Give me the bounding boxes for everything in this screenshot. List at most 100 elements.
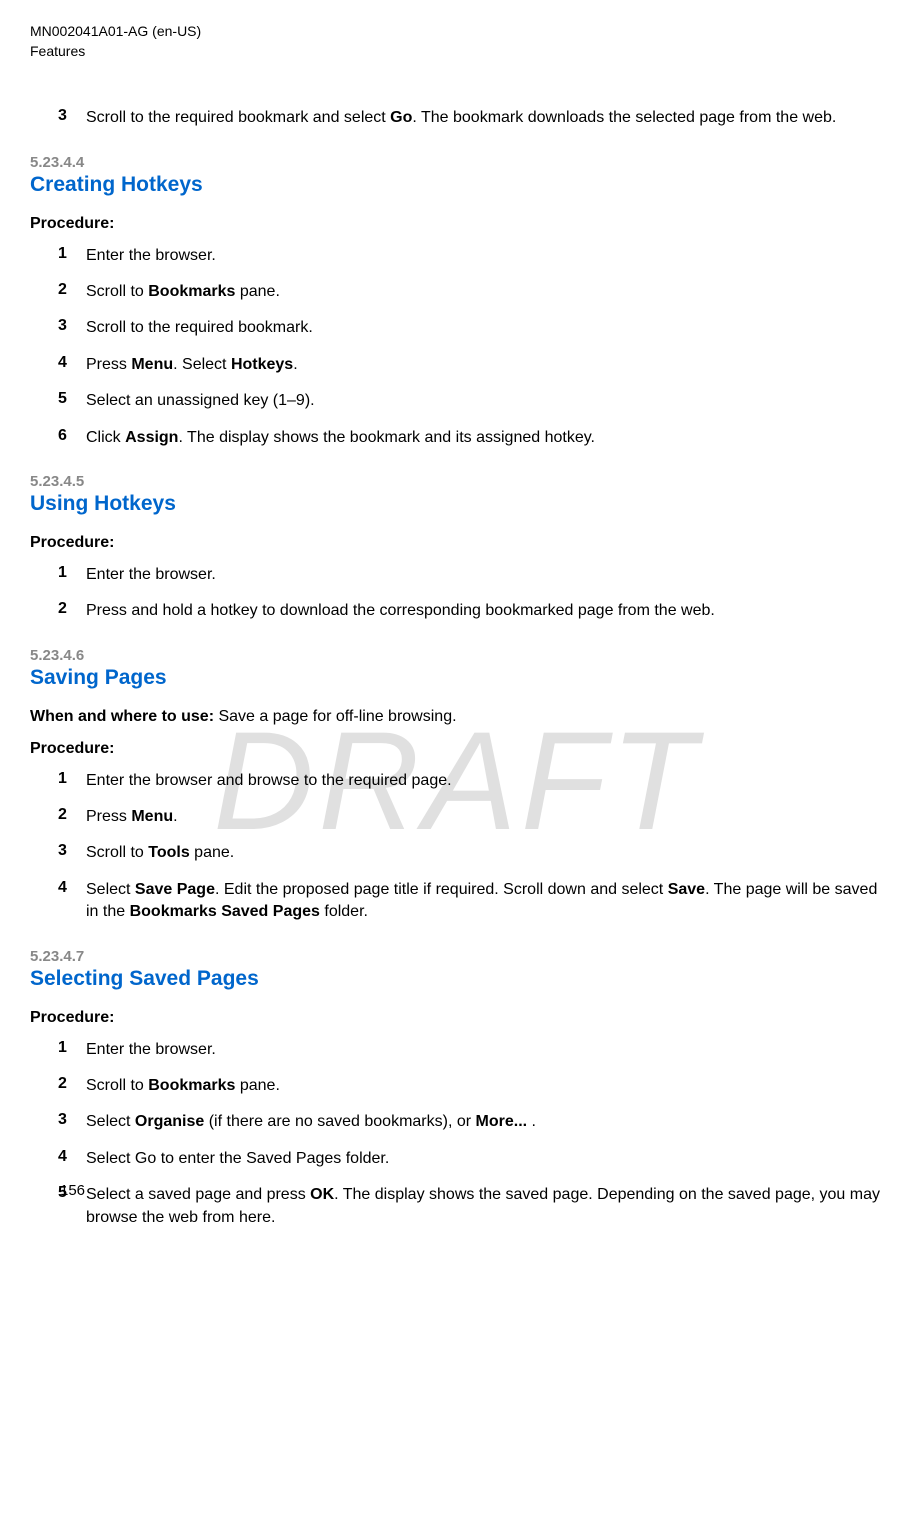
doc-id: MN002041A01-AG (en-US) xyxy=(30,22,883,42)
text-fragment: Select Go to enter the Saved Pages folde… xyxy=(86,1150,389,1167)
text-fragment: Enter the browser. xyxy=(86,566,216,583)
bold-text: Go xyxy=(390,109,412,126)
step-text: Enter the browser. xyxy=(86,1039,883,1061)
step-number: 3 xyxy=(58,317,86,339)
bold-text: Bookmarks xyxy=(148,1077,235,1094)
section-title: Using Hotkeys xyxy=(30,492,883,516)
step-text: Select an unassigned key (1–9). xyxy=(86,390,883,412)
text-fragment: . xyxy=(293,356,297,373)
step-row: 4Select Save Page. Edit the proposed pag… xyxy=(58,879,883,924)
text-fragment: Enter the browser and browse to the requ… xyxy=(86,772,452,789)
step-number: 3 xyxy=(58,842,86,864)
step-row: 2Scroll to Bookmarks pane. xyxy=(58,1075,883,1097)
procedure-label: Procedure: xyxy=(30,1009,883,1027)
text-fragment: Select a saved page and press xyxy=(86,1186,310,1203)
step-text: Enter the browser. xyxy=(86,564,883,586)
step-text: Select a saved page and press OK. The di… xyxy=(86,1184,883,1229)
step-row: 2Scroll to Bookmarks pane. xyxy=(58,281,883,303)
step-number: 1 xyxy=(58,564,86,586)
section-number: 5.23.4.7 xyxy=(30,948,883,965)
step-number: 2 xyxy=(58,600,86,622)
step-text: Select Organise (if there are no saved b… xyxy=(86,1111,883,1133)
bold-text: Assign xyxy=(125,429,178,446)
step-row: 1Enter the browser. xyxy=(58,245,883,267)
text-fragment: Scroll to the required bookmark. xyxy=(86,319,313,336)
step-number: 2 xyxy=(58,1075,86,1097)
step-text: Click Assign. The display shows the book… xyxy=(86,427,883,449)
bold-text: Bookmarks xyxy=(148,283,235,300)
step-text: Scroll to Bookmarks pane. xyxy=(86,1075,883,1097)
step-number: 4 xyxy=(58,879,86,924)
text-fragment: pane. xyxy=(235,283,279,300)
text-fragment: pane. xyxy=(190,844,234,861)
step-row: 5Select a saved page and press OK. The d… xyxy=(58,1184,883,1229)
step-number: 4 xyxy=(58,354,86,376)
step-text: Press Menu. Select Hotkeys. xyxy=(86,354,883,376)
step-text: Scroll to the required bookmark and sele… xyxy=(86,107,883,129)
text-fragment: Enter the browser. xyxy=(86,247,216,264)
text-fragment: (if there are no saved bookmarks), or xyxy=(204,1113,475,1130)
bold-text: Menu xyxy=(131,808,173,825)
bold-text: Hotkeys xyxy=(231,356,293,373)
steps-container: 1Enter the browser and browse to the req… xyxy=(30,770,883,924)
section-title: Creating Hotkeys xyxy=(30,173,883,197)
step-row: 1Enter the browser and browse to the req… xyxy=(58,770,883,792)
step-row: 6Click Assign. The display shows the boo… xyxy=(58,427,883,449)
bold-text: Organise xyxy=(135,1113,204,1130)
step-text: Scroll to the required bookmark. xyxy=(86,317,883,339)
text-fragment: Press xyxy=(86,808,131,825)
text-fragment: Select an unassigned key (1–9). xyxy=(86,392,315,409)
text-fragment: pane. xyxy=(235,1077,279,1094)
text-fragment: Enter the browser. xyxy=(86,1041,216,1058)
step-number: 1 xyxy=(58,245,86,267)
step-text: Scroll to Tools pane. xyxy=(86,842,883,864)
text-fragment: Scroll to the required bookmark and sele… xyxy=(86,109,390,126)
step-text: Select Save Page. Edit the proposed page… xyxy=(86,879,883,924)
section-number: 5.23.4.6 xyxy=(30,647,883,664)
page-body: MN002041A01-AG (en-US) Features 3 Scroll… xyxy=(30,22,883,1229)
text-fragment: Press xyxy=(86,356,131,373)
intro-step-block: 3 Scroll to the required bookmark and se… xyxy=(30,107,883,129)
page-number: 156 xyxy=(60,1182,85,1199)
bold-text: Bookmarks Saved Pages xyxy=(130,903,320,920)
step-number: 1 xyxy=(58,1039,86,1061)
steps-container: 1Enter the browser.2Scroll to Bookmarks … xyxy=(30,245,883,449)
section-title: Selecting Saved Pages xyxy=(30,967,883,991)
step-text: Scroll to Bookmarks pane. xyxy=(86,281,883,303)
step-row: 4Press Menu. Select Hotkeys. xyxy=(58,354,883,376)
procedure-label: Procedure: xyxy=(30,740,883,758)
bold-text: Save xyxy=(668,881,705,898)
text-fragment: . The display shows the bookmark and its… xyxy=(178,429,595,446)
step-number: 3 xyxy=(58,107,86,129)
step-number: 1 xyxy=(58,770,86,792)
text-fragment: . Edit the proposed page title if requir… xyxy=(215,881,668,898)
usage-line: When and where to use: Save a page for o… xyxy=(30,708,883,726)
content-area: 3 Scroll to the required bookmark and se… xyxy=(30,107,883,1229)
header-section: Features xyxy=(30,42,883,62)
procedure-label: Procedure: xyxy=(30,534,883,552)
step-row: 3Scroll to Tools pane. xyxy=(58,842,883,864)
step-number: 4 xyxy=(58,1148,86,1170)
text-fragment: . xyxy=(527,1113,536,1130)
section-title: Saving Pages xyxy=(30,666,883,690)
text-fragment: Select xyxy=(86,881,135,898)
step-text: Press and hold a hotkey to download the … xyxy=(86,600,883,622)
step-number: 2 xyxy=(58,281,86,303)
step-row: 3Select Organise (if there are no saved … xyxy=(58,1111,883,1133)
text-fragment: Click xyxy=(86,429,125,446)
text-fragment: Scroll to xyxy=(86,844,148,861)
step-row: 4Select Go to enter the Saved Pages fold… xyxy=(58,1148,883,1170)
step-row: 2Press and hold a hotkey to download the… xyxy=(58,600,883,622)
step-row: 1Enter the browser. xyxy=(58,564,883,586)
step-number: 3 xyxy=(58,1111,86,1133)
usage-label: When and where to use: xyxy=(30,708,214,725)
bold-text: More... xyxy=(476,1113,528,1130)
section-number: 5.23.4.5 xyxy=(30,473,883,490)
text-fragment: Scroll to xyxy=(86,283,148,300)
text-fragment: folder. xyxy=(320,903,368,920)
step-text: Select Go to enter the Saved Pages folde… xyxy=(86,1148,883,1170)
bold-text: Menu xyxy=(131,356,173,373)
step-text: Enter the browser and browse to the requ… xyxy=(86,770,883,792)
procedure-label: Procedure: xyxy=(30,215,883,233)
steps-container: 1Enter the browser.2Press and hold a hot… xyxy=(30,564,883,623)
